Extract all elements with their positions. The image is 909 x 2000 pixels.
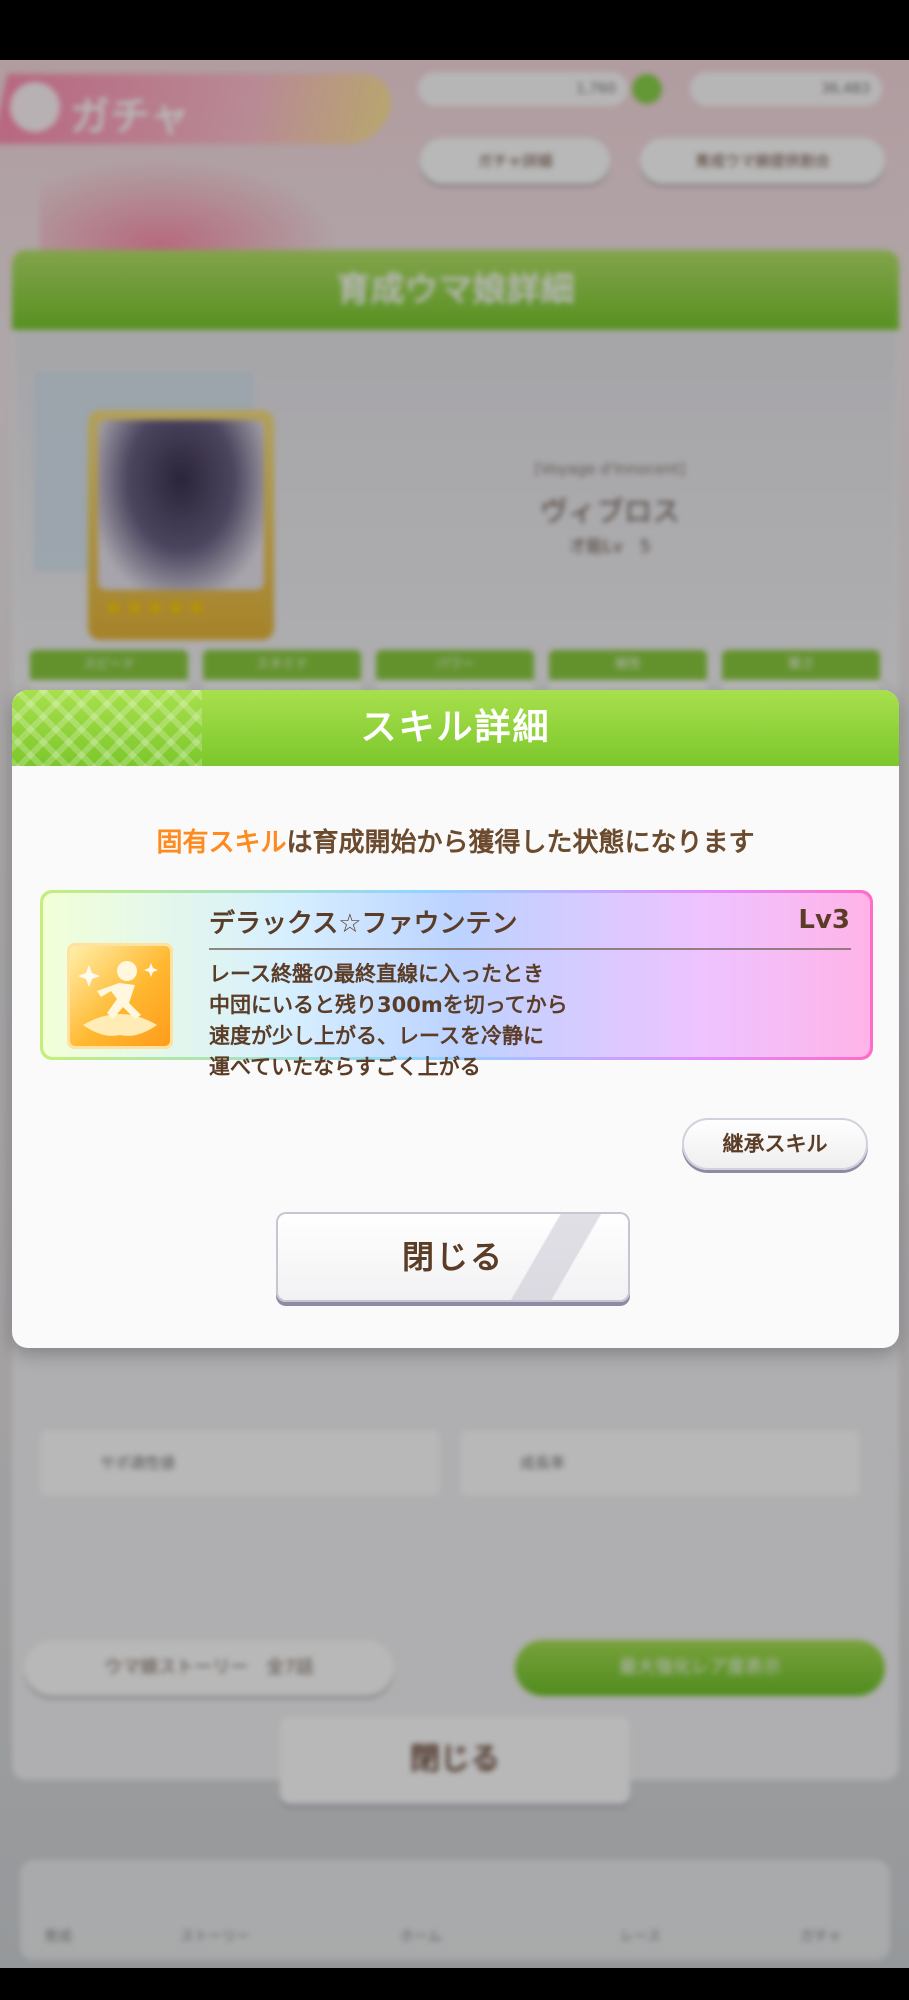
skill-level: Lv3: [798, 905, 850, 935]
skill-detail-dialog: スキル詳細 固有スキルは育成開始から獲得した状態になります デラックス☆ファウン…: [12, 690, 899, 1348]
skill-card-body: デラックス☆ファウンテン Lv3 レース終盤の最終直線に入ったとき 中団にいると…: [43, 893, 870, 1079]
skill-name: デラックス☆ファウンテン: [209, 909, 518, 939]
dialog-title: スキル詳細: [360, 707, 551, 748]
inherit-skill-button[interactable]: 継承スキル: [682, 1118, 868, 1170]
skill-divider: [209, 948, 851, 950]
status-bar: [0, 0, 909, 60]
system-nav-bar: [0, 1968, 909, 2000]
skill-description: レース終盤の最終直線に入ったとき 中団にいると残り300mを切ってから 速度が少…: [209, 962, 568, 1079]
dialog-header: スキル詳細: [12, 690, 899, 766]
unique-skill-notice: 固有スキルは育成開始から獲得した状態になります: [12, 822, 899, 859]
close-button[interactable]: 閉じる: [276, 1212, 630, 1302]
skill-card: デラックス☆ファウンテン Lv3 レース終盤の最終直線に入ったとき 中団にいると…: [40, 890, 873, 1079]
close-button-label: 閉じる: [401, 1238, 504, 1276]
notice-text: は育成開始から獲得した状態になります: [286, 828, 755, 858]
unique-skill-runner-icon: [67, 943, 173, 1049]
notice-highlight: 固有スキル: [156, 828, 287, 858]
